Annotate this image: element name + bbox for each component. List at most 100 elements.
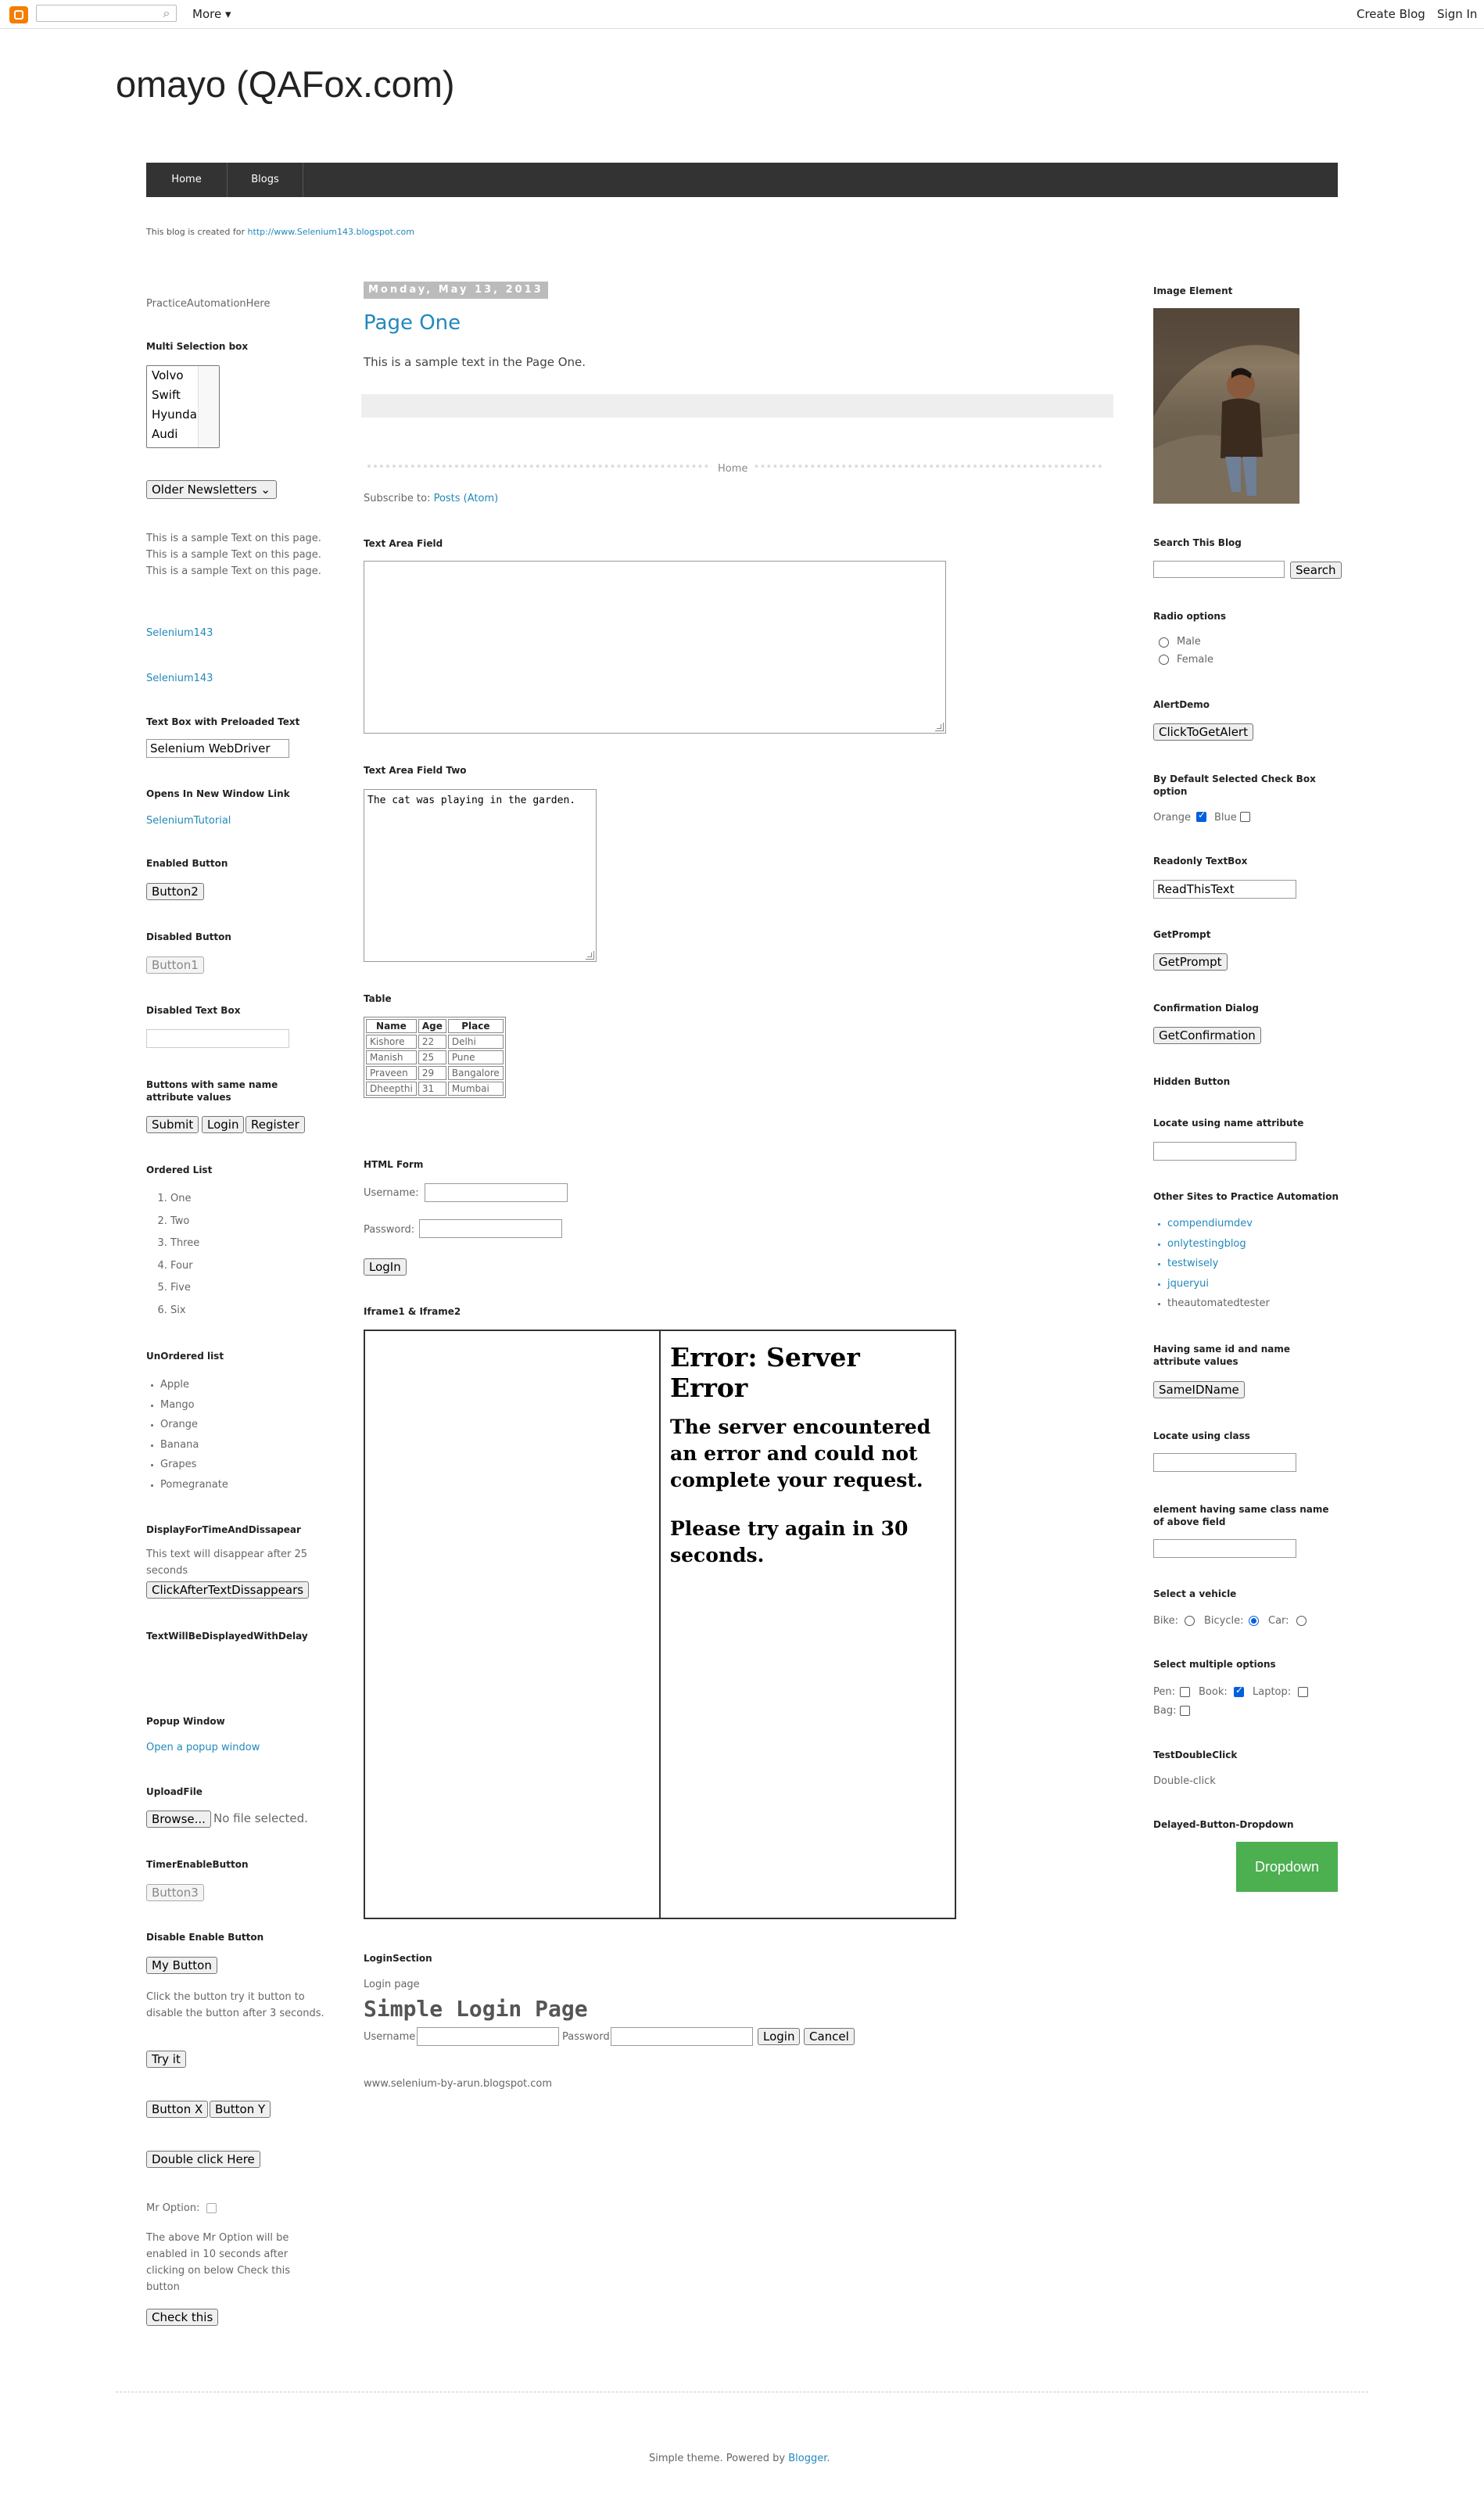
onlytestingblog-link[interactable]: onlytestingblog xyxy=(1167,1234,1270,1254)
navbar-search-input[interactable] xyxy=(36,5,177,22)
description-link[interactable]: http://www.Selenium143.blogspot.com xyxy=(248,227,414,237)
get-confirmation-button[interactable]: GetConfirmation xyxy=(1153,1027,1261,1044)
search-icon[interactable]: ⌕ xyxy=(156,5,177,22)
selenium-tutorial-link[interactable]: SeleniumTutorial xyxy=(146,813,231,829)
laptop-checkbox[interactable] xyxy=(1298,1687,1308,1697)
blogger-navbar: ⌕ More ▾ Create Blog Sign In xyxy=(0,0,1484,29)
ordered-list-heading: Ordered List xyxy=(146,1165,213,1175)
radio-heading: Radio options xyxy=(1153,611,1227,622)
jqueryui-link[interactable]: jqueryui xyxy=(1167,1274,1270,1294)
browse-button[interactable]: Browse... xyxy=(146,1811,211,1828)
multi-select-box[interactable]: Volvo Swift Hyundai Audi xyxy=(146,365,220,448)
login-username-input[interactable] xyxy=(417,2027,559,2046)
login-section-cancel-button[interactable]: Cancel xyxy=(804,2028,855,2045)
login-section-login-button[interactable]: Login xyxy=(758,2028,801,2045)
older-newsletters-select[interactable]: Older Newsletters ⌄ xyxy=(146,480,277,499)
error-body: The server encountered an error and coul… xyxy=(670,1416,931,1491)
search-button[interactable]: Search xyxy=(1290,562,1342,579)
bag-checkbox[interactable] xyxy=(1180,1706,1190,1716)
list-item: One xyxy=(170,1188,199,1211)
locate-class-input[interactable] xyxy=(1153,1453,1296,1472)
posts-atom-link[interactable]: Posts (Atom) xyxy=(434,493,499,504)
login-button[interactable]: Login xyxy=(202,1116,245,1133)
home-link[interactable]: Home xyxy=(712,463,755,475)
disabled-textbox[interactable] xyxy=(146,1029,289,1048)
popup-link[interactable]: Open a popup window xyxy=(146,1739,260,1756)
unordered-list: Apple Mango Orange Banana Grapes Pomegra… xyxy=(143,1375,228,1495)
column-name: Name xyxy=(366,1019,417,1033)
password-input[interactable] xyxy=(419,1219,562,1238)
pen-checkbox[interactable] xyxy=(1180,1687,1190,1697)
locate-name-input[interactable] xyxy=(1153,1142,1296,1161)
sign-in-link[interactable]: Sign In xyxy=(1437,7,1477,21)
hidden-button-heading: Hidden Button xyxy=(1153,1076,1231,1087)
text-area-field-two[interactable]: The cat was playing in the garden. xyxy=(364,789,597,962)
try-it-button[interactable]: Try it xyxy=(146,2051,186,2068)
list-item: Orange xyxy=(160,1415,228,1435)
resize-grip-icon[interactable] xyxy=(935,723,944,731)
blog-title[interactable]: omayo (QAFox.com) xyxy=(116,63,455,106)
iframe1[interactable] xyxy=(364,1330,661,1919)
preloaded-textbox[interactable]: Selenium WebDriver xyxy=(146,739,289,758)
iframe2[interactable]: Error: Server Error The server encounter… xyxy=(659,1330,956,1919)
double-click-text[interactable]: Double-click xyxy=(1153,1775,1216,1787)
table-cell: 25 xyxy=(418,1050,446,1064)
form-login-button[interactable]: LogIn xyxy=(364,1258,407,1276)
blogger-logo-icon[interactable] xyxy=(9,6,28,23)
same-id-name-button[interactable]: SameIDName xyxy=(1153,1381,1245,1398)
button-x[interactable]: Button X xyxy=(146,2101,209,2118)
bag-label: Bag: xyxy=(1153,1705,1177,1717)
create-blog-link[interactable]: Create Blog xyxy=(1357,7,1425,21)
text-area-field[interactable] xyxy=(364,561,946,734)
double-click-button[interactable]: Double click Here xyxy=(146,2151,260,2168)
tab-blogs[interactable]: Blogs xyxy=(228,163,303,197)
selenium143-link-b[interactable]: Selenium143 xyxy=(146,670,213,687)
testwisely-link[interactable]: testwisely xyxy=(1167,1254,1270,1274)
button-y[interactable]: Button Y xyxy=(210,2101,271,2118)
get-prompt-button[interactable]: GetPrompt xyxy=(1153,953,1228,971)
more-menu[interactable]: More ▾ xyxy=(192,7,231,21)
same-class-input[interactable] xyxy=(1153,1539,1296,1558)
pen-label: Pen: xyxy=(1153,1686,1175,1698)
blue-checkbox[interactable] xyxy=(1240,812,1250,822)
mr-option-checkbox[interactable] xyxy=(206,2203,217,2213)
car-radio[interactable] xyxy=(1296,1616,1307,1626)
mr-option-text: The above Mr Option will be enabled in 1… xyxy=(146,2232,291,2293)
click-to-get-alert-button[interactable]: ClickToGetAlert xyxy=(1153,723,1253,741)
disable-enable-heading: Disable Enable Button xyxy=(146,1932,264,1943)
orange-checkbox[interactable] xyxy=(1196,809,1206,822)
compendiumdev-link[interactable]: compendiumdev xyxy=(1167,1214,1270,1234)
username-input[interactable] xyxy=(425,1183,568,1202)
check-this-button[interactable]: Check this xyxy=(146,2309,219,2326)
scrollbar[interactable] xyxy=(198,366,219,447)
bicycle-radio[interactable] xyxy=(1249,1616,1259,1626)
button2[interactable]: Button2 xyxy=(146,883,204,900)
register-button[interactable]: Register xyxy=(246,1116,305,1133)
login-password-input[interactable] xyxy=(611,2027,753,2046)
male-radio[interactable] xyxy=(1159,637,1169,648)
readonly-textbox[interactable]: ReadThisText xyxy=(1153,880,1296,899)
tab-home[interactable]: Home xyxy=(146,163,228,197)
bike-radio[interactable] xyxy=(1185,1616,1195,1626)
list-item: Five xyxy=(170,1277,199,1300)
resize-grip-icon[interactable] xyxy=(586,951,594,960)
female-radio[interactable] xyxy=(1159,655,1169,665)
multi-select-heading: Multi Selection box xyxy=(146,341,249,352)
profile-photo xyxy=(1153,308,1299,504)
blog-search-input[interactable] xyxy=(1153,561,1285,578)
error-retry: Please try again in 30 seconds. xyxy=(670,1517,909,1567)
dropdown-button[interactable]: Dropdown xyxy=(1236,1842,1338,1892)
table-heading: Table xyxy=(364,993,392,1004)
button1-disabled[interactable]: Button1 xyxy=(146,956,204,974)
blogger-link[interactable]: Blogger xyxy=(788,2453,826,2464)
post-title[interactable]: Page One xyxy=(364,311,461,335)
selenium143-link-a[interactable]: Selenium143 xyxy=(146,625,213,641)
locate-class-heading: Locate using class xyxy=(1153,1430,1250,1441)
blog-description: This blog is created for http://www.Sele… xyxy=(146,227,414,237)
book-checkbox[interactable] xyxy=(1234,1685,1244,1697)
button3-disabled[interactable]: Button3 xyxy=(146,1884,204,1901)
upload-status: No file selected. xyxy=(213,1811,308,1825)
submit-button[interactable]: Submit xyxy=(146,1116,199,1133)
click-after-disappear-button[interactable]: ClickAfterTextDissappears xyxy=(146,1581,310,1599)
my-button[interactable]: My Button xyxy=(146,1957,217,1974)
